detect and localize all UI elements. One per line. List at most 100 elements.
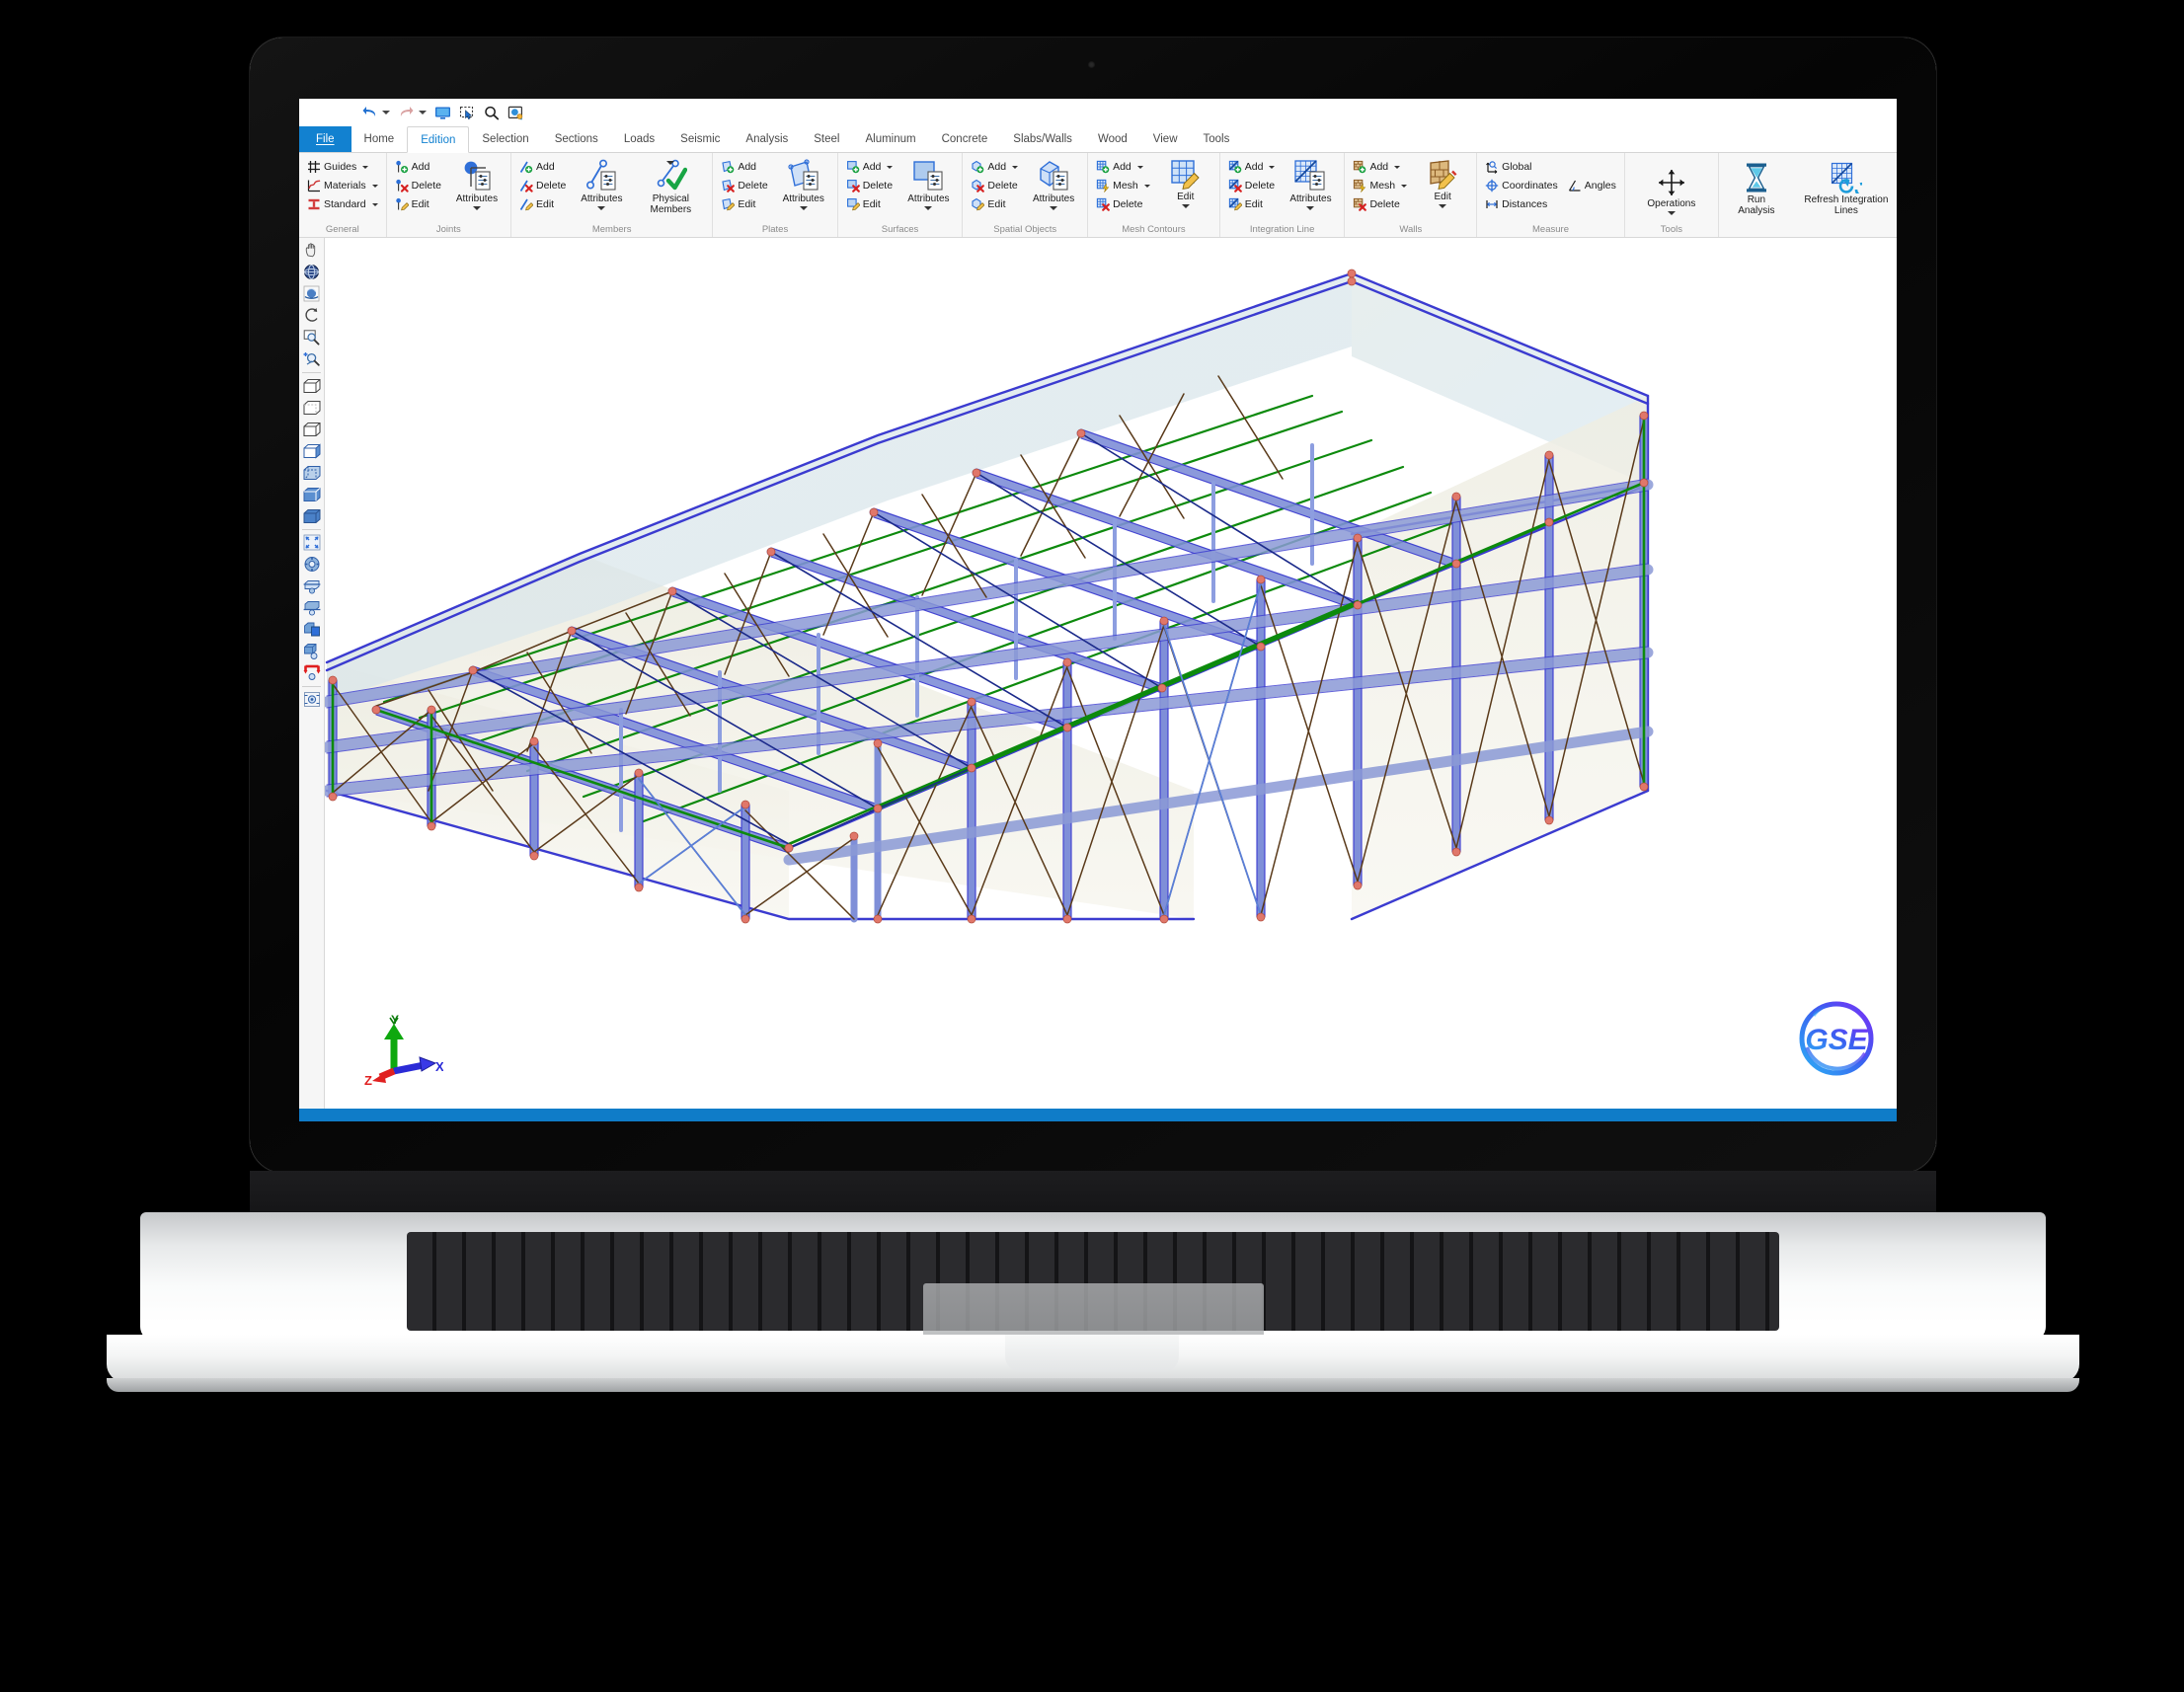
chevron-down-icon[interactable] [1050,206,1058,210]
chevron-down-icon[interactable] [419,111,427,115]
plate-attributes-button[interactable]: Attributes [775,158,832,210]
refresh-integration-lines-button[interactable]: Refresh Integration Lines [1792,161,1897,216]
chevron-down-icon[interactable] [1439,204,1447,208]
tab-tools[interactable]: Tools [1191,126,1243,152]
chevron-down-icon[interactable] [1269,165,1276,169]
surface-attributes-button[interactable]: Attributes [899,158,957,210]
chevron-down-icon[interactable] [1136,165,1143,169]
run-analysis-button[interactable]: Run Analysis [1731,161,1782,216]
qat-redo-button[interactable] [395,102,429,123]
tab-view[interactable]: View [1140,126,1191,152]
spatial-delete-button[interactable]: Delete [968,177,1021,194]
chevron-down-icon[interactable] [1181,204,1190,208]
joint-delete-button[interactable]: Delete [392,177,444,194]
mesh-delete-button[interactable]: Delete [1093,195,1153,213]
measure-global-button[interactable]: Global [1482,158,1534,176]
joint-edit-button[interactable]: Edit [392,195,444,213]
intline-attributes-button[interactable]: Attributes [1282,158,1339,210]
camera-target-button[interactable] [301,689,322,710]
mesh-add-button[interactable]: Add [1093,158,1153,176]
chevron-down-icon[interactable] [1012,165,1019,169]
view-solid-button[interactable] [301,505,322,526]
view-dashed-shaded-button[interactable] [301,462,322,483]
supports-display-button[interactable] [301,662,322,683]
chevron-down-icon[interactable] [887,165,894,169]
zoom-in-tool-button[interactable] [301,348,322,369]
chevron-down-icon[interactable] [472,206,481,210]
qat-select-window-button[interactable] [456,102,479,123]
wall-add-button[interactable]: Add [1350,158,1410,176]
joint-attributes-button[interactable]: Attributes [448,158,506,210]
measure-angles-button[interactable]: Angles [1565,177,1619,194]
mesh-generate-button[interactable]: Mesh [1093,177,1153,194]
tab-analysis[interactable]: Analysis [733,126,801,152]
zoom-window-tool-button[interactable] [301,327,322,347]
mesh-edit-button[interactable]: Edit [1157,158,1214,208]
spatial-add-button[interactable]: Add [968,158,1021,176]
tab-file[interactable]: File [299,126,351,152]
view-shaded-button[interactable] [301,484,322,504]
view-wireframe-1-button[interactable] [301,375,322,396]
plate-delete-button[interactable]: Delete [718,177,770,194]
chevron-down-icon[interactable] [371,202,378,206]
rotate-settings-button[interactable] [301,554,322,575]
tab-slabs-walls[interactable]: Slabs/Walls [1000,126,1085,152]
view-half-shaded-button[interactable] [301,440,322,461]
clip-plane-top-button[interactable] [301,576,322,596]
intline-edit-button[interactable]: Edit [1225,195,1279,213]
tab-home[interactable]: Home [351,126,408,152]
materials-button[interactable]: Materials [304,177,381,194]
qat-zoom-button[interactable] [481,102,503,123]
wall-edit-button[interactable]: Edit [1414,158,1471,208]
surface-delete-button[interactable]: Delete [843,177,897,194]
member-attributes-button[interactable]: Attributes [573,158,630,210]
chevron-down-icon[interactable] [924,206,933,210]
member-edit-button[interactable]: Edit [516,195,569,213]
surface-add-button[interactable]: Add [843,158,897,176]
wall-delete-button[interactable]: Delete [1350,195,1410,213]
tab-edition[interactable]: Edition [407,126,470,153]
tab-aluminum[interactable]: Aluminum [852,126,928,152]
tab-seismic[interactable]: Seismic [667,126,733,152]
pan-tool-button[interactable] [301,240,322,261]
chevron-down-icon[interactable] [362,165,369,169]
chevron-down-icon[interactable] [799,206,808,210]
surface-edit-button[interactable]: Edit [843,195,897,213]
chevron-down-icon[interactable] [371,184,378,188]
chevron-down-icon[interactable] [1401,184,1408,188]
member-add-button[interactable]: Add [516,158,569,176]
chevron-down-icon[interactable] [382,111,390,115]
tab-selection[interactable]: Selection [469,126,541,152]
qat-snapshot-button[interactable] [505,102,527,123]
qat-undo-button[interactable] [358,102,393,123]
plate-add-button[interactable]: Add [718,158,770,176]
chevron-down-icon[interactable] [666,161,675,165]
chevron-down-icon[interactable] [597,206,606,210]
clip-plane-bottom-button[interactable] [301,597,322,618]
intline-delete-button[interactable]: Delete [1225,177,1279,194]
chevron-down-icon[interactable] [1667,211,1676,215]
wall-mesh-button[interactable]: Mesh [1350,177,1410,194]
undo-view-tool-button[interactable] [301,305,322,326]
member-delete-button[interactable]: Delete [516,177,569,194]
tab-concrete[interactable]: Concrete [929,126,1001,152]
tab-wood[interactable]: Wood [1085,126,1140,152]
measure-distances-button[interactable]: Distances [1482,195,1619,213]
operations-button[interactable]: Operations [1635,167,1708,215]
physical-members-button[interactable]: Physical Members [634,158,707,215]
guides-button[interactable]: Guides [304,158,381,176]
tab-steel[interactable]: Steel [801,126,852,152]
measure-coordinates-button[interactable]: Coordinates [1482,177,1561,194]
spatial-edit-button[interactable]: Edit [968,195,1021,213]
plate-edit-button[interactable]: Edit [718,195,770,213]
view-hidden-line-button[interactable] [301,397,322,418]
section-view-settings-button[interactable] [301,641,322,661]
chevron-down-icon[interactable] [1143,184,1150,188]
chevron-down-icon[interactable] [1394,165,1401,169]
joint-add-button[interactable]: Add [392,158,444,176]
tab-loads[interactable]: Loads [611,126,667,152]
intline-add-button[interactable]: Add [1225,158,1279,176]
model-viewport[interactable]: X Y Z GSE [325,238,1897,1109]
rotate-sphere-tool-button[interactable] [301,283,322,304]
spatial-attributes-button[interactable]: Attributes [1025,158,1082,210]
